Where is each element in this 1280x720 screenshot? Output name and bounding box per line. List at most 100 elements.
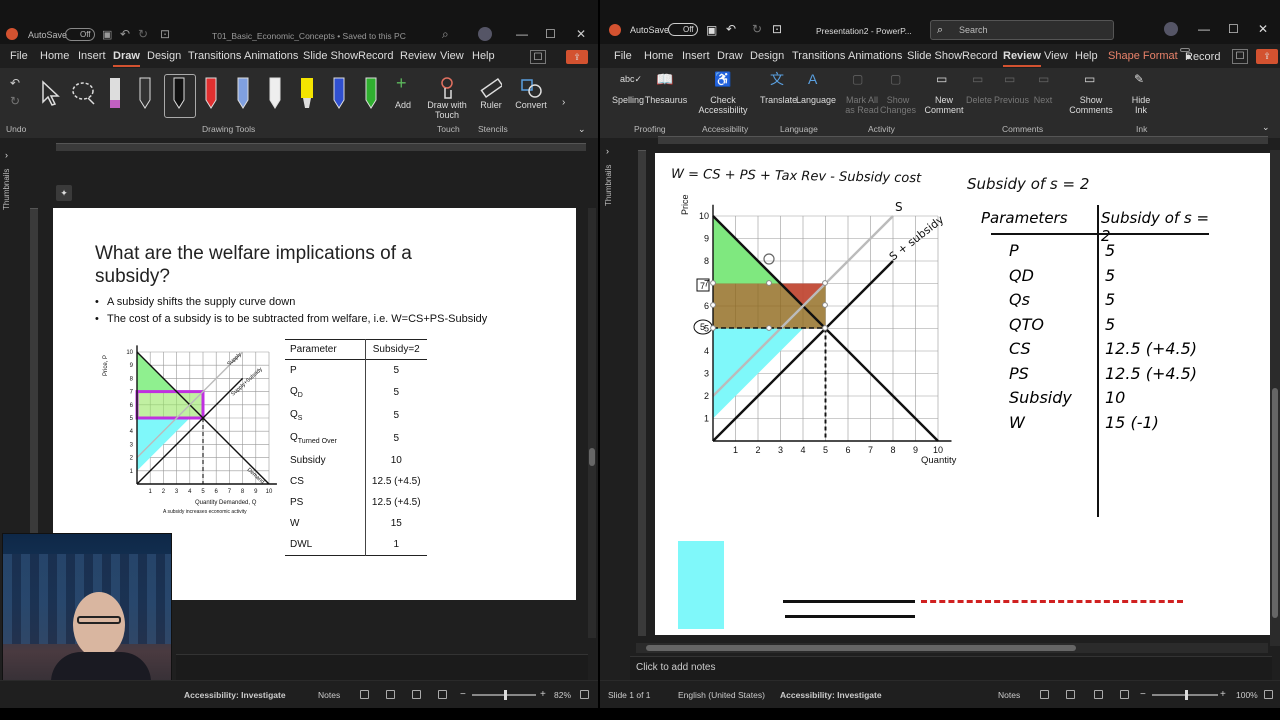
vertical-scrollbar[interactable] bbox=[1270, 150, 1280, 646]
check-accessibility-label[interactable]: Check Accessibility bbox=[698, 95, 748, 115]
tab-design[interactable]: Design bbox=[750, 50, 784, 62]
user-avatar[interactable] bbox=[478, 27, 492, 41]
tab-draw[interactable]: Draw bbox=[113, 50, 140, 67]
save-icon[interactable]: ▣ bbox=[102, 28, 112, 42]
zoom-out-icon[interactable]: − bbox=[460, 688, 466, 702]
search-icon[interactable]: ⌕ bbox=[442, 27, 449, 41]
comments-icon[interactable]: ☐ bbox=[530, 50, 546, 64]
cyan-rectangle[interactable] bbox=[678, 541, 724, 629]
language-icon[interactable]: A bbox=[808, 72, 817, 86]
new-comment-icon[interactable]: ▭ bbox=[936, 72, 947, 86]
draw-with-touch-icon[interactable] bbox=[436, 76, 458, 100]
zoom-level[interactable]: 82% bbox=[554, 690, 571, 700]
pen-red-icon[interactable] bbox=[202, 76, 220, 110]
tab-draw[interactable]: Draw bbox=[717, 50, 743, 62]
pen-darkblue-icon[interactable] bbox=[330, 76, 348, 110]
zoom-in-icon[interactable]: + bbox=[540, 688, 546, 702]
accessibility-status[interactable]: Accessibility: Investigate bbox=[780, 690, 882, 700]
redo-icon[interactable]: ↻ bbox=[752, 22, 762, 36]
tab-record[interactable]: Record bbox=[962, 50, 997, 62]
highlighter-yellow-icon[interactable] bbox=[298, 76, 316, 110]
record-button[interactable]: ● Record bbox=[1180, 48, 1220, 63]
reading-view-icon[interactable] bbox=[412, 690, 421, 699]
tab-view[interactable]: View bbox=[1044, 50, 1068, 62]
autosave-toggle[interactable]: Off bbox=[65, 28, 95, 41]
spelling-label[interactable]: Spelling bbox=[610, 95, 646, 105]
pencil-blue-icon[interactable] bbox=[234, 76, 252, 110]
tab-file[interactable]: File bbox=[614, 50, 632, 62]
maximize-icon[interactable]: ☐ bbox=[1228, 22, 1239, 36]
notes-area[interactable] bbox=[176, 654, 588, 680]
tab-animations[interactable]: Animations bbox=[848, 50, 902, 62]
save-icon[interactable]: ▣ bbox=[706, 23, 717, 37]
eraser-icon[interactable] bbox=[106, 76, 124, 110]
normal-view-icon[interactable] bbox=[1040, 690, 1049, 699]
autosave-toggle[interactable]: Off bbox=[668, 23, 698, 36]
fit-slide-icon[interactable] bbox=[1264, 690, 1273, 699]
slideshow-view-icon[interactable] bbox=[438, 690, 447, 699]
touch-mode-icon[interactable]: ⊡ bbox=[772, 22, 782, 36]
spelling-icon[interactable]: abc✓ bbox=[620, 72, 642, 86]
pen-thick-black-icon[interactable] bbox=[170, 76, 188, 110]
check-accessibility-icon[interactable]: ♿ bbox=[714, 72, 731, 86]
normal-view-icon[interactable] bbox=[360, 690, 369, 699]
thumbnails-pane[interactable]: › Thumbnails bbox=[0, 140, 18, 240]
share-icon[interactable]: ⇪ bbox=[566, 50, 588, 64]
zoom-slider[interactable] bbox=[1152, 690, 1218, 700]
show-comments-icon[interactable]: ▭ bbox=[1084, 72, 1095, 86]
notes-button[interactable]: Notes bbox=[318, 690, 340, 700]
undo-ribbon-icon[interactable]: ↶ bbox=[10, 76, 20, 90]
slideshow-view-icon[interactable] bbox=[1120, 690, 1129, 699]
convert-icon[interactable] bbox=[520, 76, 542, 100]
tab-slide-show[interactable]: Slide Show bbox=[303, 50, 358, 62]
search-box[interactable]: ⌕ Search bbox=[930, 20, 1114, 40]
tab-transitions[interactable]: Transitions bbox=[792, 50, 845, 62]
zoom-slider[interactable] bbox=[472, 690, 536, 700]
horizontal-scrollbar[interactable] bbox=[636, 643, 1268, 653]
tab-help[interactable]: Help bbox=[472, 50, 495, 62]
close-icon[interactable]: ✕ bbox=[576, 27, 586, 41]
expand-thumbnails-icon[interactable]: › bbox=[5, 148, 8, 162]
zoom-in-icon[interactable]: + bbox=[1220, 688, 1226, 702]
undo-icon[interactable]: ↶ bbox=[726, 22, 736, 36]
new-comment-label[interactable]: New Comment bbox=[924, 95, 964, 115]
tab-view[interactable]: View bbox=[440, 50, 464, 62]
thesaurus-icon[interactable]: 📖 bbox=[656, 72, 673, 86]
tab-home[interactable]: Home bbox=[40, 50, 69, 62]
minimize-icon[interactable]: — bbox=[1198, 22, 1210, 36]
tab-slide-show[interactable]: Slide Show bbox=[907, 50, 962, 62]
tab-file[interactable]: File bbox=[10, 50, 28, 62]
minimize-icon[interactable]: — bbox=[516, 27, 528, 41]
notes-pane[interactable]: Click to add notes bbox=[630, 656, 1272, 680]
zoom-level[interactable]: 100% bbox=[1236, 690, 1258, 700]
language-label[interactable]: Language bbox=[796, 95, 836, 105]
designer-button[interactable]: ✦ bbox=[56, 185, 72, 201]
vertical-scrollbar[interactable] bbox=[588, 208, 596, 638]
tab-review[interactable]: Review bbox=[400, 50, 436, 62]
pen-green-icon[interactable] bbox=[362, 76, 380, 110]
reading-view-icon[interactable] bbox=[1094, 690, 1103, 699]
tab-transitions[interactable]: Transitions bbox=[188, 50, 241, 62]
tab-animations[interactable]: Animations bbox=[244, 50, 298, 62]
share-icon[interactable]: ⇪ bbox=[1256, 49, 1278, 64]
collapse-ribbon-icon[interactable]: ⌄ bbox=[578, 122, 586, 136]
ribbon-scroll-right-icon[interactable]: › bbox=[562, 96, 565, 110]
tab-insert[interactable]: Insert bbox=[682, 50, 710, 62]
language-status[interactable]: English (United States) bbox=[678, 690, 765, 700]
tab-design[interactable]: Design bbox=[147, 50, 181, 62]
slide-canvas[interactable]: W = CS + PS + Tax Rev - Subsidy cost Sub… bbox=[655, 153, 1270, 635]
thesaurus-label[interactable]: Thesaurus bbox=[644, 95, 688, 105]
comments-icon[interactable]: ☐ bbox=[1232, 49, 1248, 64]
redo-ribbon-icon[interactable]: ↻ bbox=[10, 94, 20, 108]
present-icon[interactable]: ⊡ bbox=[160, 27, 170, 41]
user-avatar[interactable] bbox=[1164, 22, 1178, 36]
pen-black-icon[interactable] bbox=[136, 76, 154, 110]
tab-help[interactable]: Help bbox=[1075, 50, 1098, 62]
pen-white-icon[interactable] bbox=[266, 76, 284, 110]
undo-icon[interactable]: ↶ bbox=[120, 27, 130, 41]
fit-slide-icon[interactable] bbox=[580, 690, 589, 699]
redo-icon[interactable]: ↻ bbox=[138, 27, 148, 41]
notes-button[interactable]: Notes bbox=[998, 690, 1020, 700]
pointer-select-icon[interactable] bbox=[40, 80, 60, 106]
show-comments-label[interactable]: Show Comments bbox=[1066, 95, 1116, 115]
